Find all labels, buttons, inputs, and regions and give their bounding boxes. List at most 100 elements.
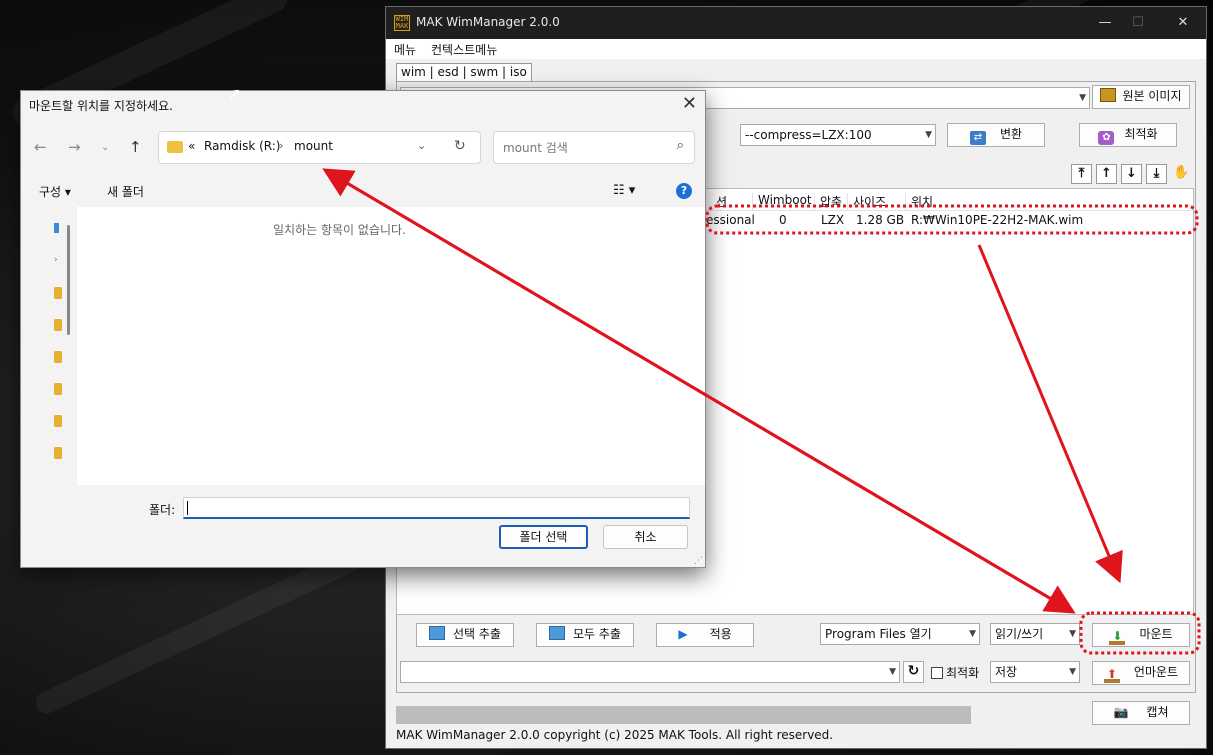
network-icon[interactable]: › xyxy=(54,255,58,265)
folder-icon[interactable] xyxy=(54,383,62,395)
folder-name-input[interactable] xyxy=(183,497,690,519)
title-bar[interactable]: WIM MAK MAK WimManager 2.0.0 — ☐ ✕ xyxy=(386,7,1206,39)
col-size[interactable]: 사이즈 xyxy=(847,193,886,211)
access-mode-combo[interactable]: 읽기/쓰기 ▼ xyxy=(990,623,1080,645)
status-text: MAK WimManager 2.0.0 copyright (c) 2025 … xyxy=(396,728,834,742)
save-option-value: 저장 xyxy=(995,665,1018,679)
mount-button[interactable]: ⬇ 마운트 xyxy=(1092,623,1190,647)
move-bottom-button[interactable]: ⤓ xyxy=(1146,164,1167,184)
move-down-button[interactable]: ↓ xyxy=(1121,164,1142,184)
menu-item-main[interactable]: 메뉴 xyxy=(394,41,416,58)
optimize-check-label: 최적화 xyxy=(946,666,980,680)
col-wimboot[interactable]: Wimboot xyxy=(752,193,812,211)
search-icon[interactable]: ⌕ xyxy=(677,138,684,153)
play-icon: ▶ xyxy=(678,627,688,641)
search-box[interactable]: mount 검색 ⌕ xyxy=(493,131,695,164)
new-folder-button[interactable]: 새 폴더 xyxy=(107,183,144,200)
source-image-button[interactable]: 원본 이미지 xyxy=(1092,85,1190,109)
select-folder-button[interactable]: 폴더 선택 xyxy=(499,525,588,549)
chevron-down-icon[interactable]: ⌄ xyxy=(417,139,426,152)
save-option-combo[interactable]: 저장 ▼ xyxy=(990,661,1080,683)
recent-locations-button[interactable]: ⌄ xyxy=(101,142,109,153)
arrow-up-icon: ↑ xyxy=(1101,166,1112,181)
dialog-title: 마운트할 위치를 지정하세요. xyxy=(29,99,173,113)
package-icon xyxy=(1100,88,1117,102)
checkbox-box[interactable] xyxy=(931,667,943,679)
download-icon: ⬇ xyxy=(1109,630,1126,645)
breadcrumb-mount[interactable]: mount xyxy=(294,139,333,153)
arrow-left-icon: ← xyxy=(34,138,47,156)
folder-icon[interactable] xyxy=(54,415,62,427)
optimize-checkbox[interactable]: 최적화 xyxy=(931,664,979,681)
chevron-down-icon: ▼ xyxy=(1079,93,1086,103)
col-edition[interactable]: 션 xyxy=(711,193,727,211)
mount-path-combo[interactable]: ▼ xyxy=(400,661,900,683)
breadcrumb-separator-icon: › xyxy=(279,139,284,152)
move-up-button[interactable]: ↑ xyxy=(1096,164,1117,184)
move-bottom-icon: ⤓ xyxy=(1153,166,1160,181)
folder-icon[interactable] xyxy=(54,351,62,363)
back-button[interactable]: ← xyxy=(34,138,47,156)
drive-icon[interactable] xyxy=(54,223,59,233)
folder-content-pane[interactable] xyxy=(77,207,705,485)
arrow-up-icon: ↑ xyxy=(129,138,142,156)
forward-button[interactable]: → xyxy=(68,138,81,156)
extract-all-button[interactable]: 모두 추출 xyxy=(536,623,634,647)
dialog-close-button[interactable]: ✕ xyxy=(682,93,697,114)
extract-all-label: 모두 추출 xyxy=(573,627,621,641)
help-icon[interactable]: ? xyxy=(676,183,692,199)
tab-wim[interactable]: wim | esd | swm | iso xyxy=(396,63,532,82)
chevron-down-icon: ▼ xyxy=(969,629,976,639)
breadcrumb-ramdisk[interactable]: Ramdisk (R:) xyxy=(204,139,280,153)
folder-icon[interactable] xyxy=(54,447,62,459)
up-button[interactable]: ↑ xyxy=(129,138,142,156)
chevron-down-icon: ▼ xyxy=(1069,629,1076,639)
cell-wimboot: 0 xyxy=(779,213,787,227)
extract-selected-label: 선택 추출 xyxy=(453,627,501,641)
folder-icon[interactable] xyxy=(54,319,62,331)
capture-button[interactable]: 📷 캡쳐 xyxy=(1092,701,1190,725)
folder-label: 폴더: xyxy=(149,503,176,517)
cell-edition: essional xyxy=(706,213,755,227)
cancel-button[interactable]: 취소 xyxy=(603,525,688,549)
chevron-down-icon: ▼ xyxy=(925,130,932,140)
source-image-label: 원본 이미지 xyxy=(1122,89,1182,103)
cell-compression: LZX xyxy=(821,213,845,227)
organize-button[interactable]: 구성 ▾ xyxy=(39,183,71,200)
optimize-button[interactable]: ✿ 최적화 xyxy=(1079,123,1177,147)
convert-button[interactable]: ⇄ 변환 xyxy=(947,123,1045,147)
apply-button[interactable]: ▶ 적용 xyxy=(656,623,754,647)
minimize-button[interactable]: — xyxy=(1091,13,1119,33)
folder-icon[interactable] xyxy=(54,287,62,299)
menu-bar: 메뉴 컨텍스트메뉴 xyxy=(386,39,1206,59)
handshake-button[interactable]: ✋ xyxy=(1171,164,1192,184)
text-caret xyxy=(187,501,188,515)
nav-scrollbar[interactable] xyxy=(67,225,70,335)
atom-icon: ✿ xyxy=(1098,131,1115,145)
col-location[interactable]: 위치 xyxy=(905,193,933,211)
cube-icon xyxy=(549,626,565,640)
breadcrumb-overflow[interactable]: « xyxy=(188,139,195,153)
col-compression[interactable]: 압축 xyxy=(814,193,842,211)
move-top-button[interactable]: ⤒ xyxy=(1071,164,1092,184)
unmount-button[interactable]: ⬆ 언마운트 xyxy=(1092,661,1190,685)
optimize-label: 최적화 xyxy=(1124,127,1158,141)
cube-icon xyxy=(429,626,445,640)
handshake-icon: ✋ xyxy=(1173,165,1190,180)
refresh-button[interactable]: ↻ xyxy=(903,661,924,683)
close-button[interactable]: ✕ xyxy=(1169,13,1197,33)
maximize-button[interactable]: ☐ xyxy=(1124,13,1152,33)
progress-bar xyxy=(396,706,971,724)
compress-option-combo[interactable]: --compress=LZX:100 ▼ xyxy=(740,124,936,146)
folder-icon xyxy=(167,141,183,153)
convert-label: 변환 xyxy=(999,127,1023,141)
extract-selected-button[interactable]: 선택 추출 xyxy=(416,623,514,647)
view-options-icon[interactable]: ☷ ▾ xyxy=(613,183,635,198)
apply-label: 적용 xyxy=(709,627,732,641)
resize-grip-icon[interactable]: ⋰ xyxy=(694,556,703,566)
menu-item-context[interactable]: 컨텍스트메뉴 xyxy=(431,41,497,58)
address-bar[interactable]: « Ramdisk (R:) › mount ⌄ ↻ xyxy=(158,131,481,164)
arrow-right-icon: → xyxy=(68,138,81,156)
open-option-combo[interactable]: Program Files 열기 ▼ xyxy=(820,623,980,645)
refresh-icon[interactable]: ↻ xyxy=(454,138,466,154)
